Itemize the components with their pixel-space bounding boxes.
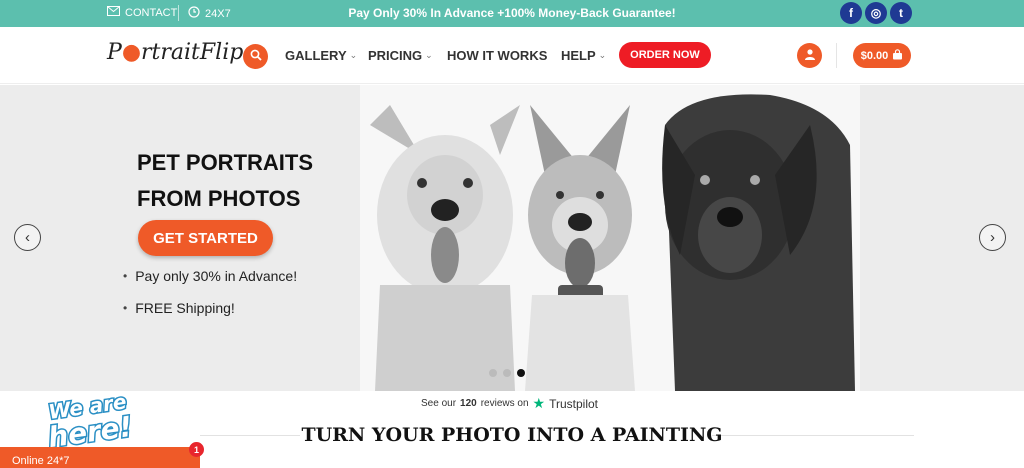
prev-slide-button[interactable]: ‹ xyxy=(14,224,41,251)
nav-how-it-works[interactable]: HOW IT WORKS xyxy=(447,48,547,63)
reviews-prefix: See our xyxy=(421,398,457,409)
reviews-count: 120 xyxy=(460,398,477,409)
cart-button[interactable]: $0.00 xyxy=(853,43,911,68)
nav-label: HOW IT WORKS xyxy=(447,48,548,63)
slide-dot-active[interactable] xyxy=(517,369,525,377)
labrador-drawing xyxy=(662,94,855,391)
nav-gallery[interactable]: GALLERY ⌄ xyxy=(285,48,357,63)
bullet-text: FREE Shipping! xyxy=(135,300,235,316)
hero-title-line: FROM PHOTOS xyxy=(137,186,301,211)
trustpilot-brand: Trustpilot xyxy=(549,396,598,411)
nav-label: HELP xyxy=(561,48,596,63)
chevron-down-icon: ⌄ xyxy=(425,50,433,60)
unread-badge: 1 xyxy=(189,442,204,457)
search-icon xyxy=(250,48,262,66)
nav-label: GALLERY xyxy=(285,48,347,63)
hero-slider: PET PORTRAITS FROM PHOTOS GET STARTED • … xyxy=(0,85,1024,391)
shopping-bag-icon xyxy=(892,48,903,63)
logo-text: Flip xyxy=(199,40,244,65)
reviews-suffix: reviews on xyxy=(480,398,529,409)
chevron-down-icon: ⌄ xyxy=(349,50,358,60)
bullet-icon: • xyxy=(123,301,128,315)
logo-text: P xyxy=(107,40,122,65)
nav-help[interactable]: HELP ⌄ xyxy=(561,48,606,63)
twitter-icon[interactable]: t xyxy=(890,2,912,24)
bullet-icon: • xyxy=(123,269,128,283)
slider-dots xyxy=(489,369,525,377)
search-button[interactable] xyxy=(243,44,268,69)
chat-status: Online 24*7 xyxy=(12,455,70,467)
chevron-left-icon: ‹ xyxy=(25,229,30,246)
chevron-down-icon: ⌄ xyxy=(598,50,607,60)
divider xyxy=(836,43,837,68)
bullet-text: Pay only 30% in Advance! xyxy=(135,268,298,284)
hero-bullet: • FREE Shipping! xyxy=(123,300,235,316)
hero-bullet: • Pay only 30% in Advance! xyxy=(123,268,297,284)
dogs-portrait-image xyxy=(360,85,860,391)
logo-text: rtrait xyxy=(141,40,200,65)
paw-icon: ● xyxy=(121,40,142,65)
live-chat-bar[interactable]: Online 24*7 xyxy=(0,447,200,468)
facebook-icon[interactable]: f xyxy=(840,2,862,24)
hero-title-line: PET PORTRAITS xyxy=(137,150,314,175)
instagram-icon[interactable]: ◎ xyxy=(865,2,887,24)
slide-dot[interactable] xyxy=(503,369,511,377)
site-header: P●rtraitFlip GALLERY ⌄ PRICING ⌄ HOW IT WO… xyxy=(0,27,1024,84)
cart-total: $0.00 xyxy=(860,49,889,62)
we-are-here-badge[interactable]: We are here! xyxy=(44,388,156,448)
slide-dot[interactable] xyxy=(489,369,497,377)
portraitflip-logo[interactable]: P●rtraitFlip xyxy=(107,40,243,65)
user-icon xyxy=(804,47,816,65)
account-button[interactable] xyxy=(797,43,822,68)
get-started-button[interactable]: GET STARTED xyxy=(138,220,273,256)
order-now-button[interactable]: ORDER NOW xyxy=(619,42,711,68)
nav-label: PRICING xyxy=(368,48,423,63)
hero-title: PET PORTRAITS FROM PHOTOS xyxy=(137,145,313,217)
chevron-right-icon: › xyxy=(990,229,995,246)
trustpilot-reviews[interactable]: See our 120 reviews on ★ Trustpilot xyxy=(421,395,598,412)
top-bar: CONTACT 24X7 Pay Only 30% In Advance +10… xyxy=(0,0,1024,27)
nav-pricing[interactable]: PRICING ⌄ xyxy=(368,48,433,63)
trustpilot-star-icon: ★ xyxy=(532,395,546,411)
next-slide-button[interactable]: › xyxy=(979,224,1006,251)
